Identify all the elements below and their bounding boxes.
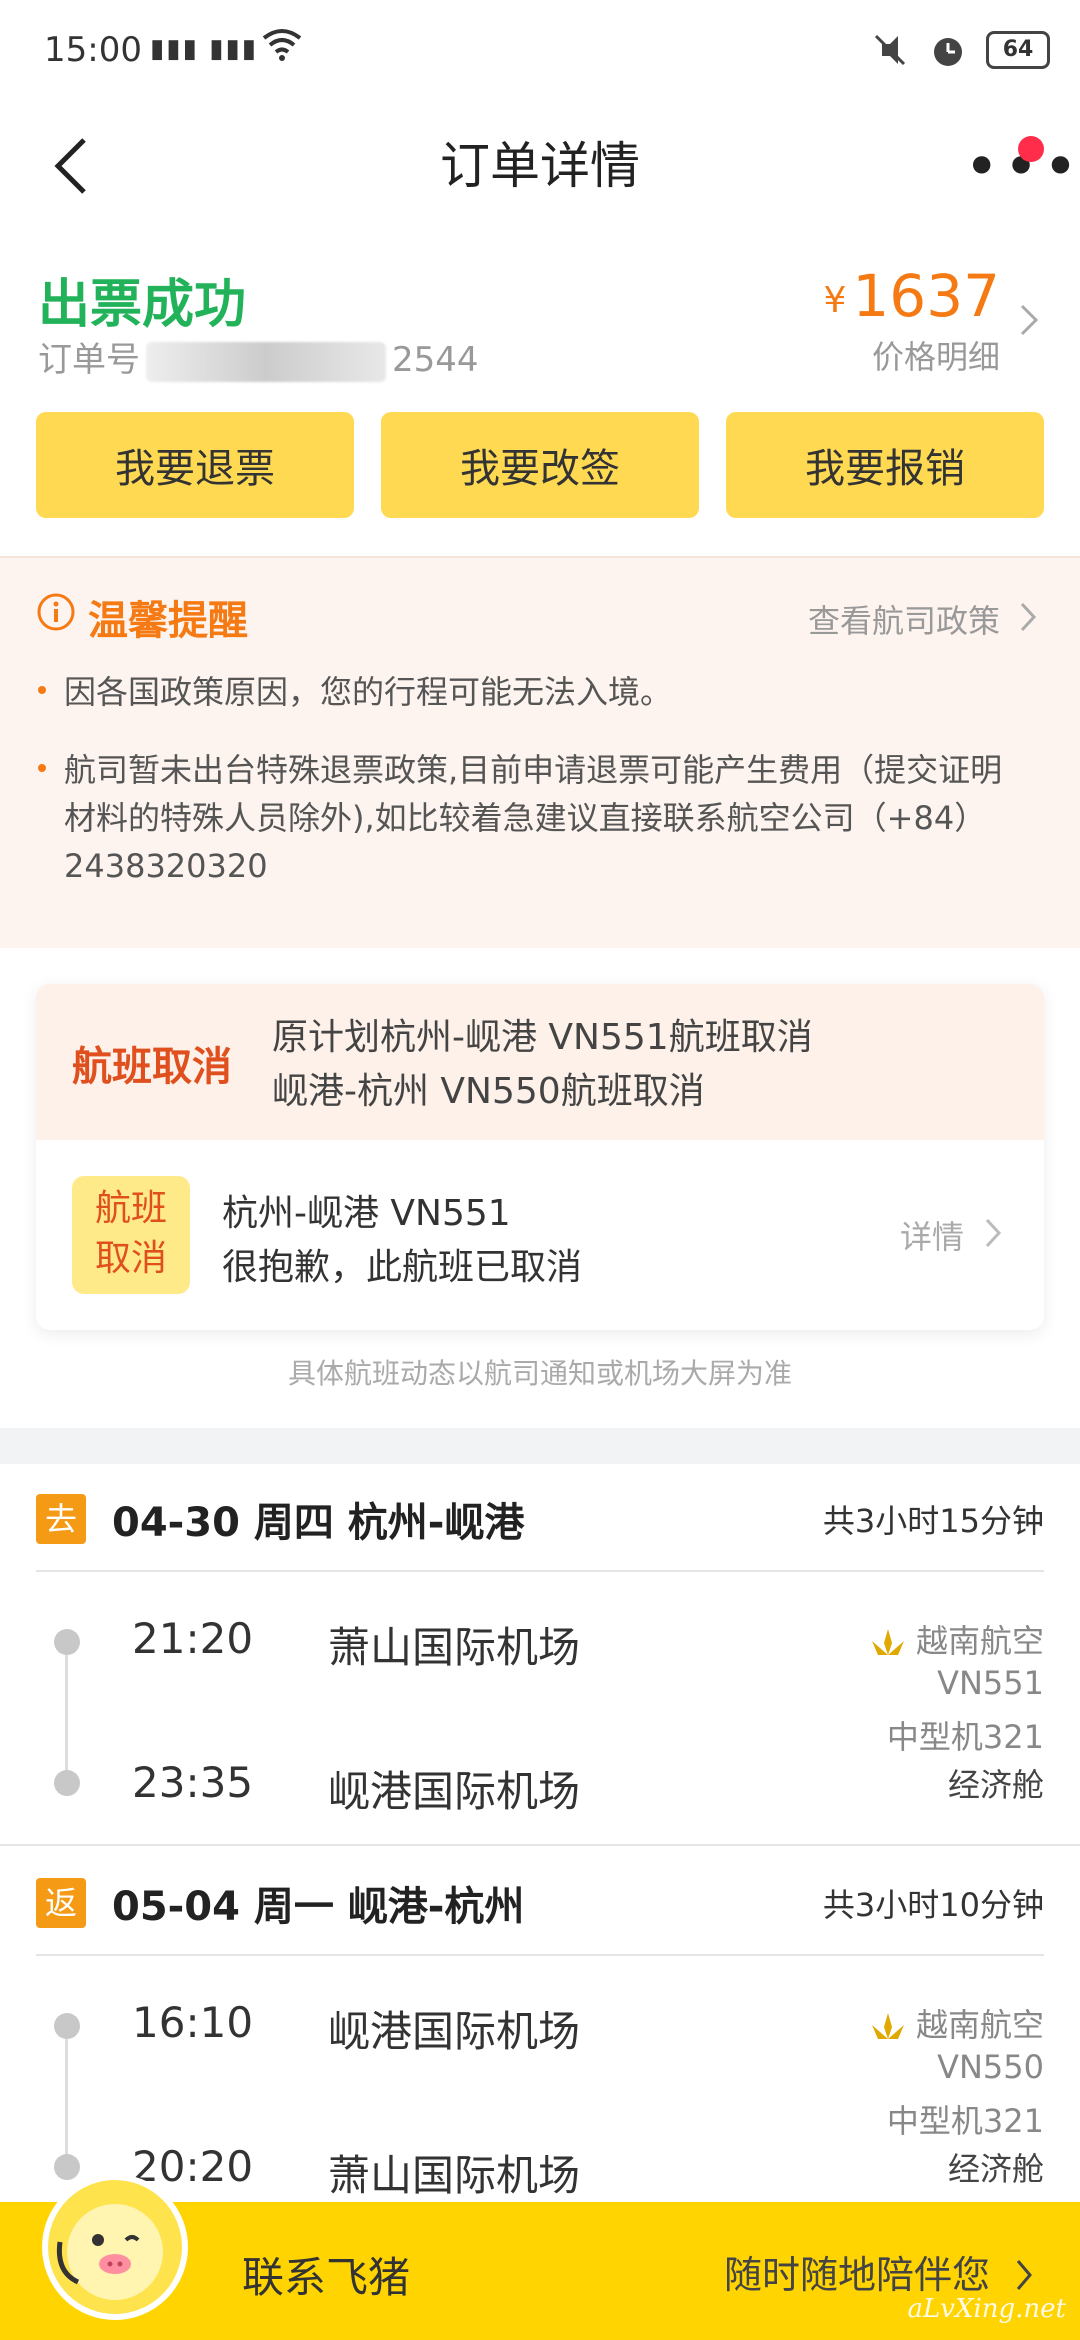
departure-time: 16:10 [132, 1998, 254, 2047]
segment-title: 05-04 周一 岘港-杭州 [112, 1884, 525, 1930]
segment-duration: 共3小时10分钟 [822, 1886, 1044, 1924]
contact-bar[interactable]: 联系飞猪 随时随地陪伴您 aLvXing.net [0, 2174, 1080, 2340]
price-value: 1637 [852, 262, 1000, 330]
order-number-suffix: 2544 [392, 340, 479, 380]
more-icon: ••• [964, 132, 1080, 202]
cancelled-message: 很抱歉，此航班已取消 [222, 1247, 583, 1288]
segment-tag: 返 [36, 1878, 86, 1928]
airline-policy-link[interactable]: 查看航司政策 [808, 596, 1000, 642]
airline: 越南航空 [870, 1616, 1044, 1662]
timeline-dot [54, 2013, 80, 2039]
cancellation-line: 岘港-杭州 VN550航班取消 [272, 1071, 705, 1112]
bullet [38, 764, 46, 772]
segment-title: 04-30 周四 杭州-岘港 [112, 1500, 525, 1546]
ticket-status: 出票成功 [38, 275, 247, 335]
cancelled-flight-row[interactable]: 航班 取消 杭州-岘港 VN551 很抱歉，此航班已取消 详情 [36, 1140, 1044, 1330]
airline-logo-icon [871, 1629, 904, 1655]
more-menu-button[interactable]: ••• [964, 136, 1078, 197]
flight-segment-outbound[interactable]: 去 04-30 周四 杭州-岘港 共3小时15分钟 21:20 萧山国际机场 2… [0, 1464, 1080, 1848]
alarm-icon [934, 38, 962, 66]
airline-name: 越南航空 [915, 1622, 1044, 1660]
segment-duration: 共3小时15分钟 [822, 1502, 1044, 1540]
airline-logo-icon [871, 2013, 904, 2039]
tip-section: 温馨提醒 查看航司政策 因各国政策原因，您的行程可能无法入境。 航司暂未出台特殊… [0, 556, 1080, 948]
action-row: 我要退票 我要改签 我要报销 [36, 412, 1044, 518]
timeline-line [65, 1642, 68, 1774]
refund-button[interactable]: 我要退票 [36, 412, 354, 518]
fliggy-mascot-icon [42, 2174, 188, 2320]
status-time: 15:00 [44, 30, 142, 70]
cabin-class: 经济舱 [947, 1766, 1044, 1804]
notification-dot [1018, 136, 1044, 162]
badge-line: 取消 [94, 1238, 167, 1279]
chevron-right-icon [1020, 304, 1039, 336]
cancelled-flight: 杭州-岘港 VN551 [222, 1193, 511, 1234]
arrival-airport: 萧山国际机场 [328, 2151, 581, 2200]
flight-cancellation-card: 航班取消 原计划杭州-岘港 VN551航班取消 岘港-杭州 VN550航班取消 … [36, 984, 1044, 1330]
chevron-right-icon [985, 1218, 1002, 1248]
arrival-airport: 岘港国际机场 [328, 1767, 581, 1816]
tip-item: 因各国政策原因，您的行程可能无法入境。 [64, 673, 673, 711]
timeline-line [65, 2026, 68, 2158]
departure-time: 21:20 [132, 1614, 254, 1663]
order-number-label: 订单号 [38, 340, 140, 380]
disclaimer: 具体航班动态以航司通知或机场大屏为准 [287, 1357, 792, 1390]
currency-symbol: ¥ [823, 280, 847, 321]
order-price[interactable]: ¥1637 [823, 262, 1000, 330]
chevron-right-icon [1020, 602, 1037, 632]
cancellation-summary: 航班取消 原计划杭州-岘港 VN551航班取消 岘港-杭州 VN550航班取消 [36, 984, 1044, 1140]
aircraft-type: 中型机321 [886, 2102, 1044, 2140]
departure-airport: 岘港国际机场 [328, 2007, 581, 2056]
order-number-redacted [146, 341, 386, 382]
watermark: aLvXing.net [907, 2294, 1066, 2324]
timeline-dot [54, 1629, 80, 1655]
price-detail-link[interactable]: 价格明细 [872, 332, 1000, 378]
mute-icon [874, 34, 906, 66]
flight-segment-return[interactable]: 返 05-04 周一 岘港-杭州 共3小时10分钟 16:10 岘港国际机场 2… [0, 1848, 1080, 2208]
contact-slogan: 随时随地陪伴您 [723, 2253, 990, 2297]
reimburse-button[interactable]: 我要报销 [726, 412, 1044, 518]
info-icon [37, 593, 75, 631]
cancelled-badge: 航班 取消 [72, 1176, 190, 1294]
battery-indicator: 64 [986, 31, 1050, 69]
page-title: 订单详情 [440, 137, 640, 195]
airline-name: 越南航空 [915, 2006, 1044, 2044]
chevron-right-icon [1016, 2260, 1032, 2290]
aircraft-type: 中型机321 [886, 1718, 1044, 1756]
cancellation-line: 原计划杭州-岘港 VN551航班取消 [272, 1017, 813, 1058]
contact-label: 联系飞猪 [242, 2253, 411, 2302]
divider [0, 1844, 1080, 1846]
flight-number: VN550 [937, 2048, 1044, 2086]
status-bar: 15:00 ▮▮▮ ▮▮▮ 64 [0, 0, 1080, 106]
signal-icon: ▮▮▮ ▮▮▮ [150, 34, 259, 64]
cancellation-label: 航班取消 [72, 1044, 232, 1090]
divider [36, 1954, 1044, 1956]
detail-link[interactable]: 详情 [900, 1212, 964, 1258]
cabin-class: 经济舱 [947, 2150, 1044, 2188]
wifi-icon [262, 29, 302, 61]
order-number: 订单号 2544 [38, 332, 479, 382]
flight-number: VN551 [937, 1664, 1044, 1702]
section-divider [0, 1428, 1080, 1464]
segment-tag: 去 [36, 1494, 86, 1544]
airline: 越南航空 [870, 2000, 1044, 2046]
tip-item: 航司暂未出台特殊退票政策,目前申请退票可能产生费用（提交证明材料的特殊人员除外)… [64, 751, 1003, 885]
divider [36, 1570, 1044, 1572]
bullet [38, 686, 46, 694]
tip-title: 温馨提醒 [88, 598, 248, 644]
header: 订单详情 ••• [0, 106, 1080, 226]
departure-airport: 萧山国际机场 [328, 1623, 581, 1672]
badge-line: 航班 [94, 1188, 167, 1229]
arrival-time: 23:35 [132, 1758, 254, 1807]
timeline-dot [54, 1770, 80, 1796]
change-ticket-button[interactable]: 我要改签 [381, 412, 699, 518]
